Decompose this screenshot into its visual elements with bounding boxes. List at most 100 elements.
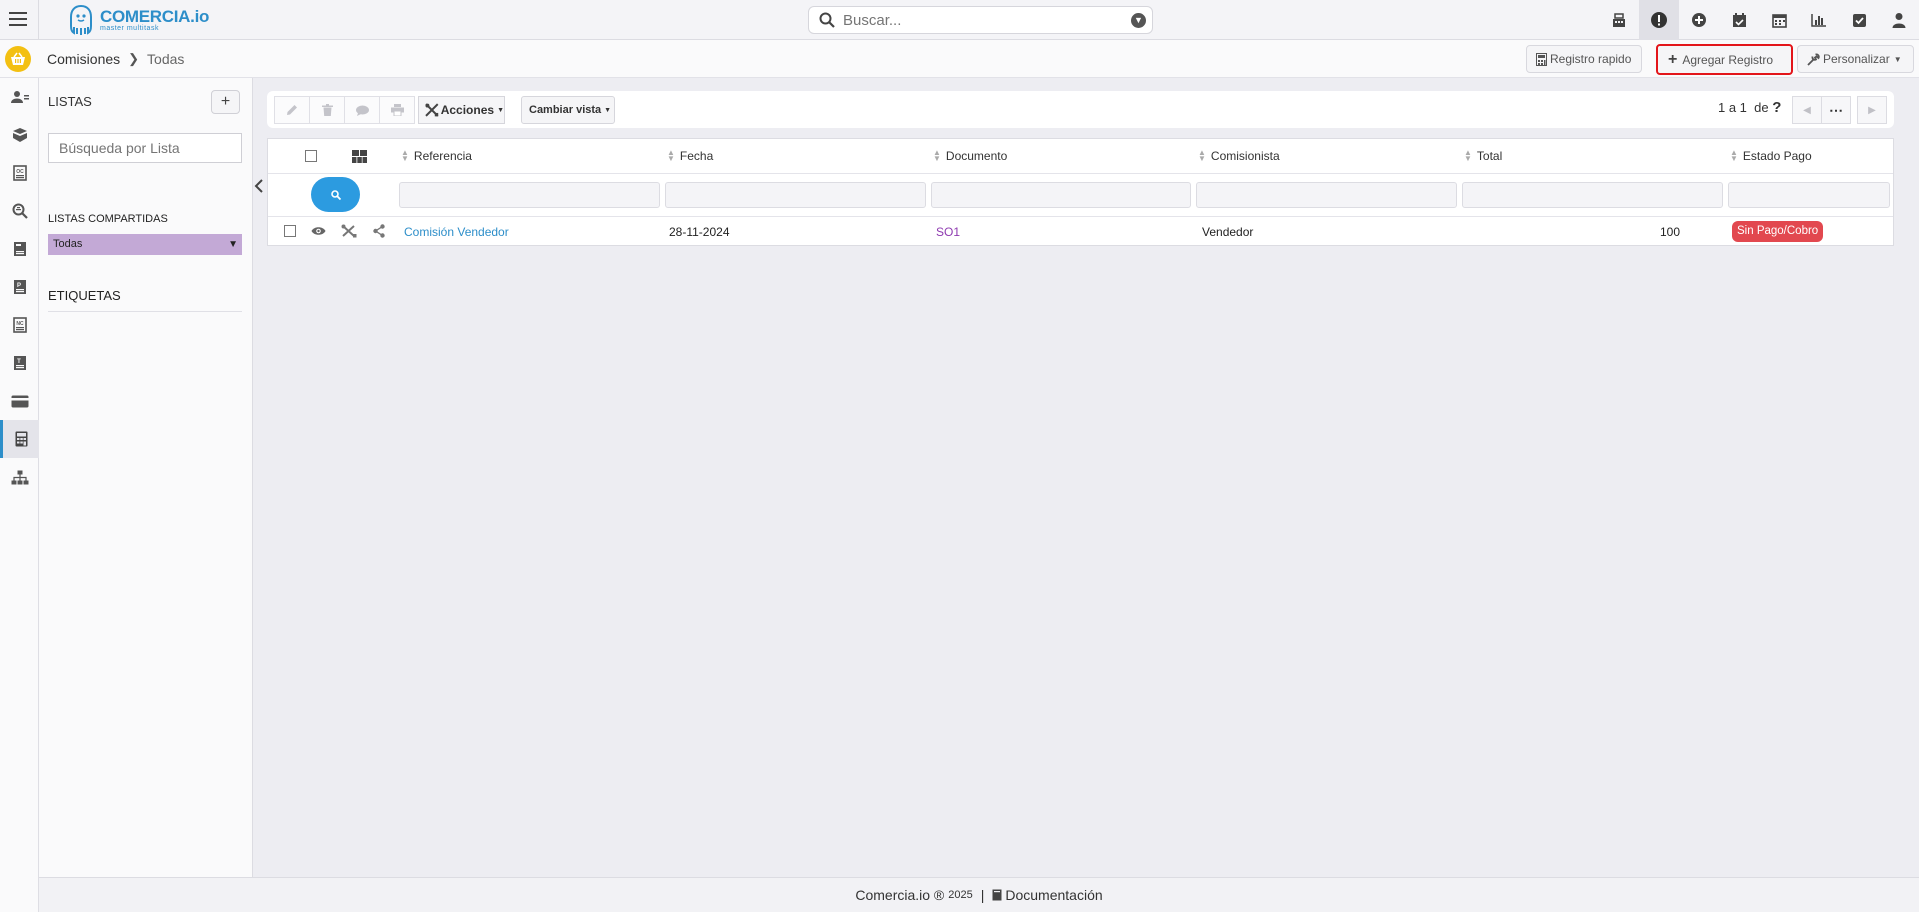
search-input[interactable]: [843, 11, 1123, 29]
octopus-logo-icon: [70, 5, 92, 35]
alert-icon[interactable]: [1639, 0, 1679, 40]
sort-icon: ▲ ▼: [401, 148, 409, 163]
lists-panel: LISTAS + LISTAS COMPARTIDAS Todas ▼ ETIQ…: [39, 78, 253, 877]
grid-layout-icon[interactable]: [352, 150, 367, 163]
divider: [38, 0, 39, 40]
menu-icon[interactable]: [8, 9, 28, 29]
cell-fecha: 28-11-2024: [669, 225, 730, 239]
documentation-link[interactable]: Documentación: [1005, 887, 1102, 903]
column-label: Referencia: [413, 149, 472, 163]
shop-basket-icon[interactable]: [5, 46, 31, 72]
sort-icon: ▲ ▼: [667, 148, 675, 163]
oc-icon[interactable]: OC: [0, 154, 39, 192]
top-bar: COMERCIA.io master multitask ▼: [0, 0, 1919, 40]
column-header-total[interactable]: ▲ ▼ Total: [1464, 149, 1503, 164]
chart-icon[interactable]: [1799, 0, 1839, 40]
calendar-icon[interactable]: [1759, 0, 1799, 40]
add-record-button[interactable]: + Agregar Registro: [1656, 44, 1793, 75]
global-search[interactable]: ▼: [808, 6, 1153, 34]
contacts-icon[interactable]: [0, 78, 39, 116]
divider: [48, 311, 242, 312]
print-button[interactable]: [379, 96, 415, 124]
share-icon[interactable]: [373, 224, 385, 238]
column-header-estado-pago[interactable]: ▲ ▼ Estado Pago: [1730, 148, 1812, 164]
cell-total: 100: [1660, 225, 1681, 239]
wrench-icon: [1807, 53, 1820, 66]
comment-button[interactable]: [344, 96, 380, 124]
pager-info: 1 a 1 de ?: [1718, 99, 1781, 116]
check-square-icon[interactable]: [1839, 0, 1879, 40]
change-view-dropdown[interactable]: Cambiar vista ▼: [521, 96, 615, 124]
sitemap-icon[interactable]: [0, 458, 39, 496]
calendar-check-icon[interactable]: [1719, 0, 1759, 40]
filter-comisionista[interactable]: [1196, 182, 1457, 208]
cell-comisionista: Vendedor: [1202, 225, 1254, 239]
module-sidebar: OC P NC T: [0, 78, 39, 912]
eye-icon[interactable]: [311, 226, 326, 236]
column-header-referencia[interactable]: ▲ ▼ Referencia: [401, 148, 472, 164]
filter-search-button[interactable]: [311, 177, 360, 212]
select-all-checkbox[interactable]: [305, 150, 317, 162]
quick-register-button[interactable]: Registro rapido: [1526, 45, 1642, 73]
caret-down-icon: ▼: [604, 106, 612, 114]
chevron-right-icon: ❯: [128, 51, 140, 66]
plus-icon: +: [1668, 50, 1678, 68]
column-header-comisionista[interactable]: ▲ ▼ Comisionista: [1198, 149, 1280, 164]
status-badge: Sin Pago/Cobro: [1732, 221, 1824, 242]
cell-referencia[interactable]: Comisión Vendedor: [404, 225, 509, 239]
footer-brand: Comercia.io ®: [855, 887, 945, 903]
filter-documento[interactable]: [931, 182, 1191, 208]
filter-referencia[interactable]: [399, 182, 660, 208]
column-label: Total: [1476, 149, 1503, 163]
pager-help[interactable]: ?: [1772, 99, 1781, 116]
cell-documento[interactable]: SO1: [936, 225, 960, 239]
more-pages-button[interactable]: ⋯: [1821, 96, 1851, 124]
t-doc-icon[interactable]: T: [0, 344, 39, 382]
footer-year: 2025: [948, 889, 973, 901]
column-label: Comisionista: [1210, 149, 1280, 163]
chevron-down-icon[interactable]: ▼: [1131, 13, 1146, 28]
edit-button[interactable]: [274, 96, 310, 124]
breadcrumb-section[interactable]: Comisiones: [47, 51, 120, 67]
sort-icon: ▲ ▼: [933, 148, 941, 163]
doc-icon[interactable]: [0, 230, 39, 268]
add-record-label: Agregar Registro: [1682, 52, 1774, 67]
shared-list-select[interactable]: Todas ▼: [48, 234, 242, 255]
cash-register-icon[interactable]: [1599, 0, 1639, 40]
tools-icon[interactable]: [341, 224, 357, 238]
sort-icon: ▲ ▼: [1730, 148, 1738, 163]
plus-circle-icon[interactable]: [1679, 0, 1719, 40]
actions-label: Acciones: [440, 103, 495, 117]
user-icon[interactable]: [1879, 0, 1919, 40]
plus-icon: +: [220, 93, 231, 110]
delete-button[interactable]: [309, 96, 345, 124]
footer-separator: |: [980, 887, 985, 903]
chevron-down-icon: ▼: [228, 239, 238, 250]
brand-logo[interactable]: COMERCIA.io master multitask: [68, 3, 218, 37]
products-icon[interactable]: [0, 116, 39, 154]
next-page-button[interactable]: ▶: [1857, 96, 1887, 124]
column-header-documento[interactable]: ▲ ▼ Documento: [933, 148, 1008, 164]
prev-page-button[interactable]: ◀: [1792, 96, 1822, 124]
search-icon: [819, 12, 835, 28]
customize-label: Personalizar: [1823, 52, 1890, 66]
list-search-input[interactable]: [48, 133, 242, 163]
nc-doc-icon[interactable]: NC: [0, 306, 39, 344]
p-doc-icon[interactable]: P: [0, 268, 39, 306]
column-label: Fecha: [679, 149, 714, 163]
row-checkbox[interactable]: [284, 225, 296, 237]
column-label: Documento: [945, 149, 1008, 163]
search-doc-icon[interactable]: [0, 192, 39, 230]
filter-estado-pago[interactable]: [1728, 182, 1890, 208]
card-icon[interactable]: [0, 382, 39, 420]
table-row[interactable]: Comisión Vendedor 28-11-2024 SO1 Vendedo…: [268, 217, 1893, 246]
filter-total[interactable]: [1462, 182, 1723, 208]
actions-dropdown[interactable]: Acciones ▼: [418, 96, 505, 124]
customize-button[interactable]: Personalizar ▼: [1797, 45, 1914, 73]
chevron-left-icon[interactable]: [254, 178, 266, 196]
add-list-button[interactable]: +: [211, 90, 240, 114]
calculator-icon[interactable]: [0, 420, 39, 458]
column-header-fecha[interactable]: ▲ ▼ Fecha: [667, 148, 714, 164]
brand-name: COMERCIA.io: [100, 6, 210, 26]
filter-fecha[interactable]: [665, 182, 926, 208]
